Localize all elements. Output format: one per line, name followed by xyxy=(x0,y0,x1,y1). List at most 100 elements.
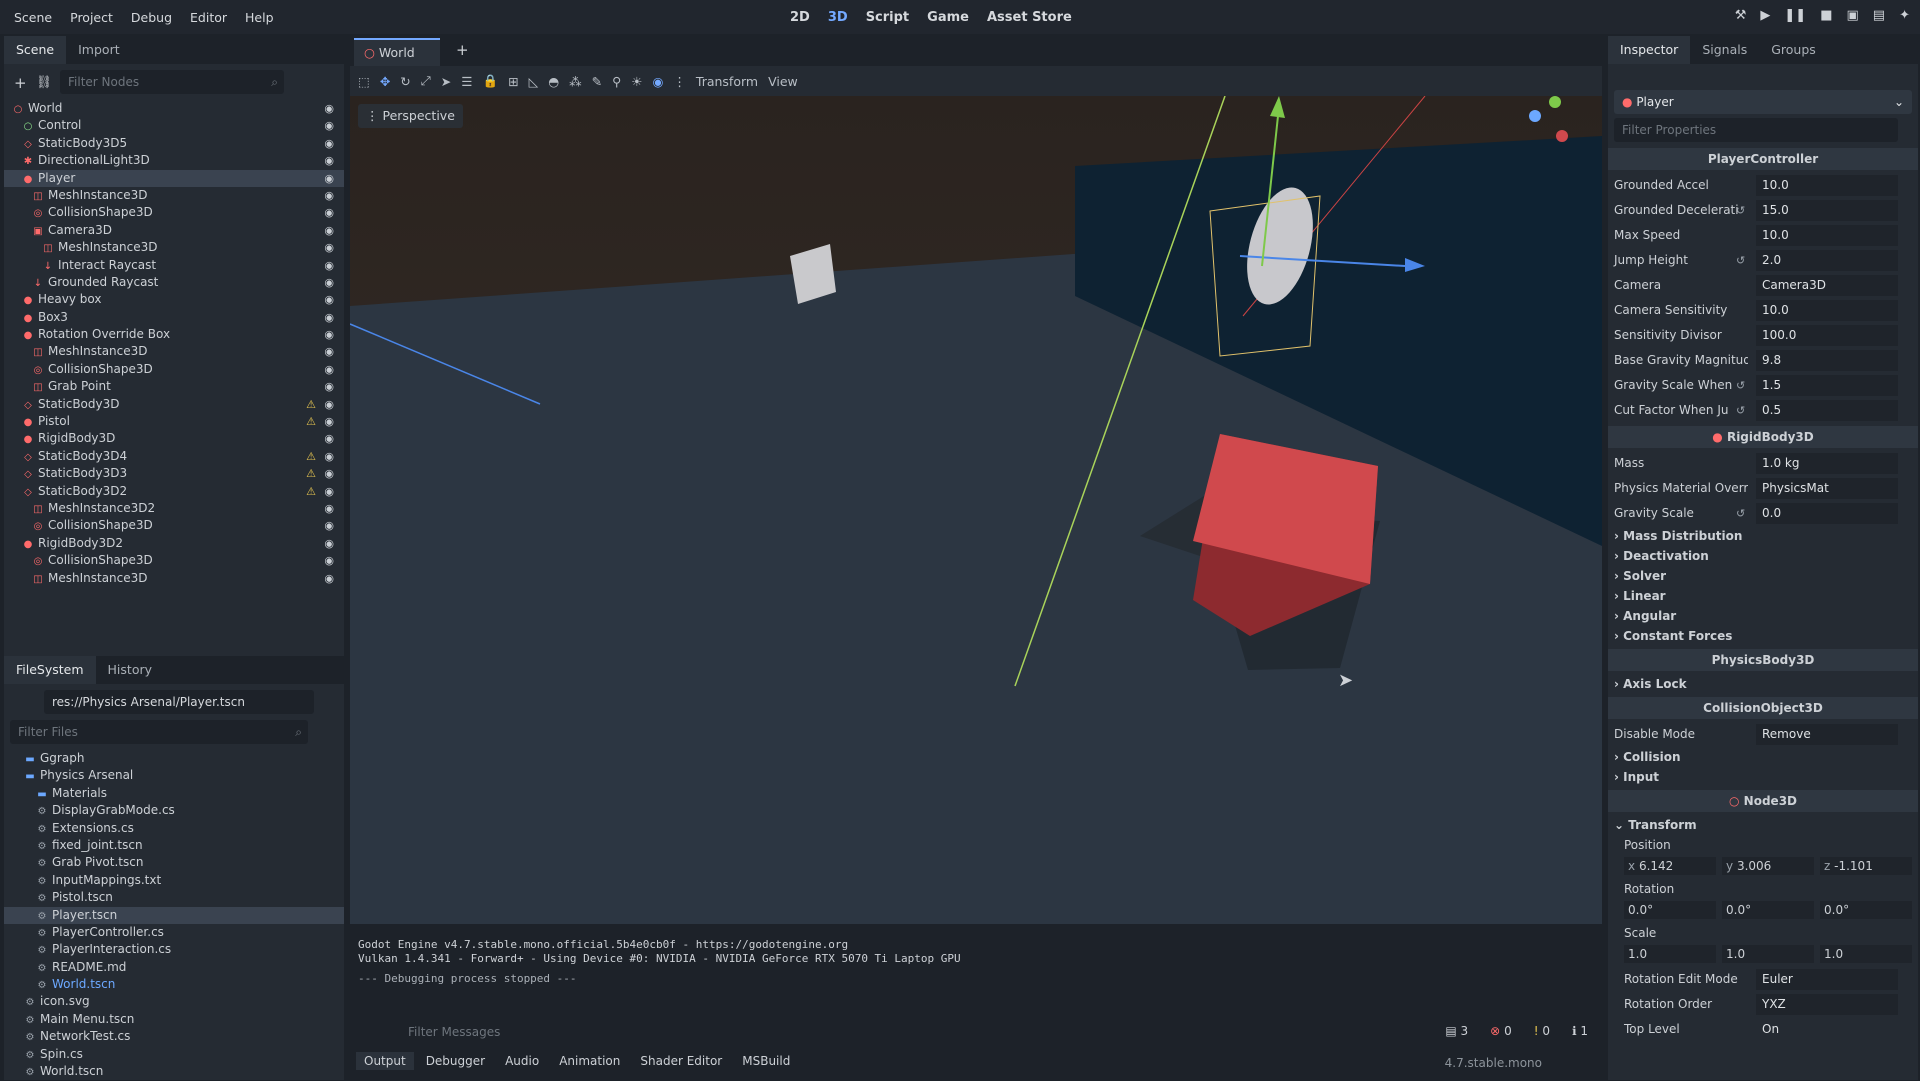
visibility-eye-icon[interactable]: ◉ xyxy=(324,187,334,204)
reset-icon[interactable]: ↺ xyxy=(1736,501,1745,526)
visibility-eye-icon[interactable]: ◉ xyxy=(324,135,334,152)
scene-tree-row[interactable]: ◇ StaticBody3D3 ⚠ ◉ xyxy=(4,465,344,482)
visibility-eye-icon[interactable]: ◉ xyxy=(324,465,334,482)
rotation-y-field[interactable]: 0.0° xyxy=(1722,901,1814,919)
visibility-eye-icon[interactable]: ◉ xyxy=(324,326,334,343)
section-collisionobject3d[interactable]: CollisionObject3D xyxy=(1608,697,1918,719)
group-deactivation[interactable]: › Deactivation xyxy=(1608,546,1918,566)
visibility-eye-icon[interactable]: ◉ xyxy=(324,117,334,134)
tab-output[interactable]: Output xyxy=(356,1052,414,1070)
visibility-eye-icon[interactable]: ◉ xyxy=(324,274,334,291)
scene-tree-row[interactable]: ◫ Grab Point ◉ xyxy=(4,378,344,395)
visibility-eye-icon[interactable]: ◉ xyxy=(324,222,334,239)
scene-tree-row[interactable]: ◎ CollisionShape3D ◉ xyxy=(4,552,344,569)
pointer-tool-icon[interactable]: ➤ xyxy=(441,74,451,89)
sphere-icon[interactable]: ◓ xyxy=(548,74,559,89)
scene-tree-row[interactable]: ◫ MeshInstance3D ◉ xyxy=(4,343,344,360)
section-rigidbody3d[interactable]: ● RigidBody3D xyxy=(1608,426,1918,448)
warning-icon[interactable]: ⚠ xyxy=(306,413,316,430)
visibility-eye-icon[interactable]: ◉ xyxy=(324,343,334,360)
environment-icon[interactable]: ◉ xyxy=(652,74,663,89)
axis-gizmo-x[interactable] xyxy=(1556,130,1568,142)
reset-icon[interactable]: ↺ xyxy=(1736,198,1745,223)
scene-tree-row[interactable]: ◫ MeshInstance3D2 ◉ xyxy=(4,500,344,517)
scene-tree-row[interactable]: ● Player ◉ xyxy=(4,169,344,187)
file-row[interactable]: ⚙ icon.svg xyxy=(4,993,344,1010)
position-x-field[interactable]: x 6.142 xyxy=(1624,857,1716,875)
group-linear[interactable]: › Linear xyxy=(1608,586,1918,606)
group-axis-lock[interactable]: › Axis Lock xyxy=(1608,674,1918,694)
scene-tree-row[interactable]: ◇ StaticBody3D4 ⚠ ◉ xyxy=(4,448,344,465)
scene-tree-row[interactable]: ○ World ◉ xyxy=(4,100,344,117)
file-row[interactable]: ⚙ Grab Pivot.tscn xyxy=(4,854,344,871)
visibility-eye-icon[interactable]: ◉ xyxy=(324,552,334,569)
tab-import[interactable]: Import xyxy=(66,36,132,64)
remote-icon[interactable]: ✦ xyxy=(1899,8,1910,23)
node-selector[interactable]: ● Player ⌄ xyxy=(1614,90,1912,114)
scene-tree-row[interactable]: ◎ CollisionShape3D ◉ xyxy=(4,361,344,378)
scene-tree-row[interactable]: ● RigidBody3D ◉ xyxy=(4,430,344,447)
warning-icon[interactable]: ⚠ xyxy=(306,448,316,465)
file-row[interactable]: ⚙ Main Menu.tscn xyxy=(4,1011,344,1028)
particles-icon[interactable]: ⁂ xyxy=(569,74,582,89)
group-solver[interactable]: › Solver xyxy=(1608,566,1918,586)
scene-tree-row[interactable]: ◎ CollisionShape3D ◉ xyxy=(4,517,344,534)
tab-filesystem[interactable]: FileSystem xyxy=(4,656,96,684)
property-value-field[interactable]: 0.0 xyxy=(1756,503,1898,524)
scene-tree-row[interactable]: ○ Control ◉ xyxy=(4,117,344,134)
path-field[interactable]: res://Physics Arsenal/Player.tscn xyxy=(44,690,314,714)
more-icon[interactable]: ⋮ xyxy=(673,74,686,89)
menu-scene[interactable]: Scene xyxy=(6,10,60,25)
property-value-field[interactable]: 2.0 xyxy=(1756,250,1898,271)
axis-gizmo-z[interactable] xyxy=(1529,110,1541,122)
section-node3d[interactable]: ○ Node3D xyxy=(1608,790,1918,812)
info-count[interactable]: ℹ 1 xyxy=(1572,1024,1588,1038)
visibility-eye-icon[interactable]: ◉ xyxy=(324,291,334,308)
tab-inspector[interactable]: Inspector xyxy=(1608,36,1691,64)
sun-icon[interactable]: ☀ xyxy=(631,74,642,89)
scene-tree-row[interactable]: ↓ Grounded Raycast ◉ xyxy=(4,274,344,291)
file-row[interactable]: ⚙ Pistol.tscn xyxy=(4,889,344,906)
scene-tree-row[interactable]: ● Box3 ◉ xyxy=(4,309,344,326)
move-tool-icon[interactable]: ✥ xyxy=(380,74,390,89)
message-count[interactable]: ▤ 3 xyxy=(1445,1024,1468,1038)
rotation-x-field[interactable]: 0.0° xyxy=(1624,901,1716,919)
scale-x-field[interactable]: 1.0 xyxy=(1624,945,1716,963)
pin-icon[interactable]: ⚲ xyxy=(612,74,621,89)
tab-msbuild[interactable]: MSBuild xyxy=(734,1052,798,1070)
file-row[interactable]: ▬ Physics Arsenal xyxy=(4,767,344,784)
group-mass-distribution[interactable]: › Mass Distribution xyxy=(1608,526,1918,546)
visibility-eye-icon[interactable]: ◉ xyxy=(324,239,334,256)
transform-menu[interactable]: Transform xyxy=(696,74,758,89)
scene-tree-row[interactable]: ◫ MeshInstance3D ◉ xyxy=(4,187,344,204)
filter-nodes-input[interactable]: Filter Nodes ⌕ xyxy=(60,70,284,94)
add-node-icon[interactable]: + xyxy=(14,74,27,92)
scale-y-field[interactable]: 1.0 xyxy=(1722,945,1814,963)
file-row[interactable]: ⚙ World.tscn xyxy=(4,976,344,993)
file-row[interactable]: ▬ Ggraph xyxy=(4,750,344,767)
file-row[interactable]: ⚙ NetworkTest.cs xyxy=(4,1028,344,1045)
axis-gizmo-y[interactable] xyxy=(1549,96,1561,108)
filter-files-input[interactable]: Filter Files ⌕ xyxy=(10,720,308,744)
visibility-eye-icon[interactable]: ◉ xyxy=(324,500,334,517)
pause-icon[interactable]: ❚❚ xyxy=(1784,8,1806,23)
file-row[interactable]: ⚙ Spin.cs xyxy=(4,1046,344,1063)
hammer-icon[interactable]: ⚒ xyxy=(1735,8,1747,23)
scene-tree-row[interactable]: ◫ MeshInstance3D ◉ xyxy=(4,570,344,587)
section-physicsbody3d[interactable]: PhysicsBody3D xyxy=(1608,649,1918,671)
play-scene-icon[interactable]: ▣ xyxy=(1847,8,1859,23)
scene-tree-row[interactable]: ● Heavy box ◉ xyxy=(4,291,344,308)
tab-signals[interactable]: Signals xyxy=(1690,36,1759,64)
rotation-order-select[interactable]: YXZ xyxy=(1756,994,1898,1015)
property-value-field[interactable]: Camera3D xyxy=(1756,275,1898,296)
scene-tree-row[interactable]: ↓ Interact Raycast ◉ xyxy=(4,257,344,274)
rotation-z-field[interactable]: 0.0° xyxy=(1820,901,1912,919)
file-row[interactable]: ⚙ DisplayGrabMode.cs xyxy=(4,802,344,819)
property-value-field[interactable]: 10.0 xyxy=(1756,300,1898,321)
warning-count[interactable]: ! 0 xyxy=(1534,1024,1550,1038)
tab-scene[interactable]: Scene xyxy=(4,36,67,64)
visibility-eye-icon[interactable]: ◉ xyxy=(324,570,334,587)
scene-tree-row[interactable]: ✱ DirectionalLight3D ◉ xyxy=(4,152,344,169)
reset-icon[interactable]: ↺ xyxy=(1736,373,1745,398)
filter-properties-input[interactable]: Filter Properties xyxy=(1614,118,1898,142)
